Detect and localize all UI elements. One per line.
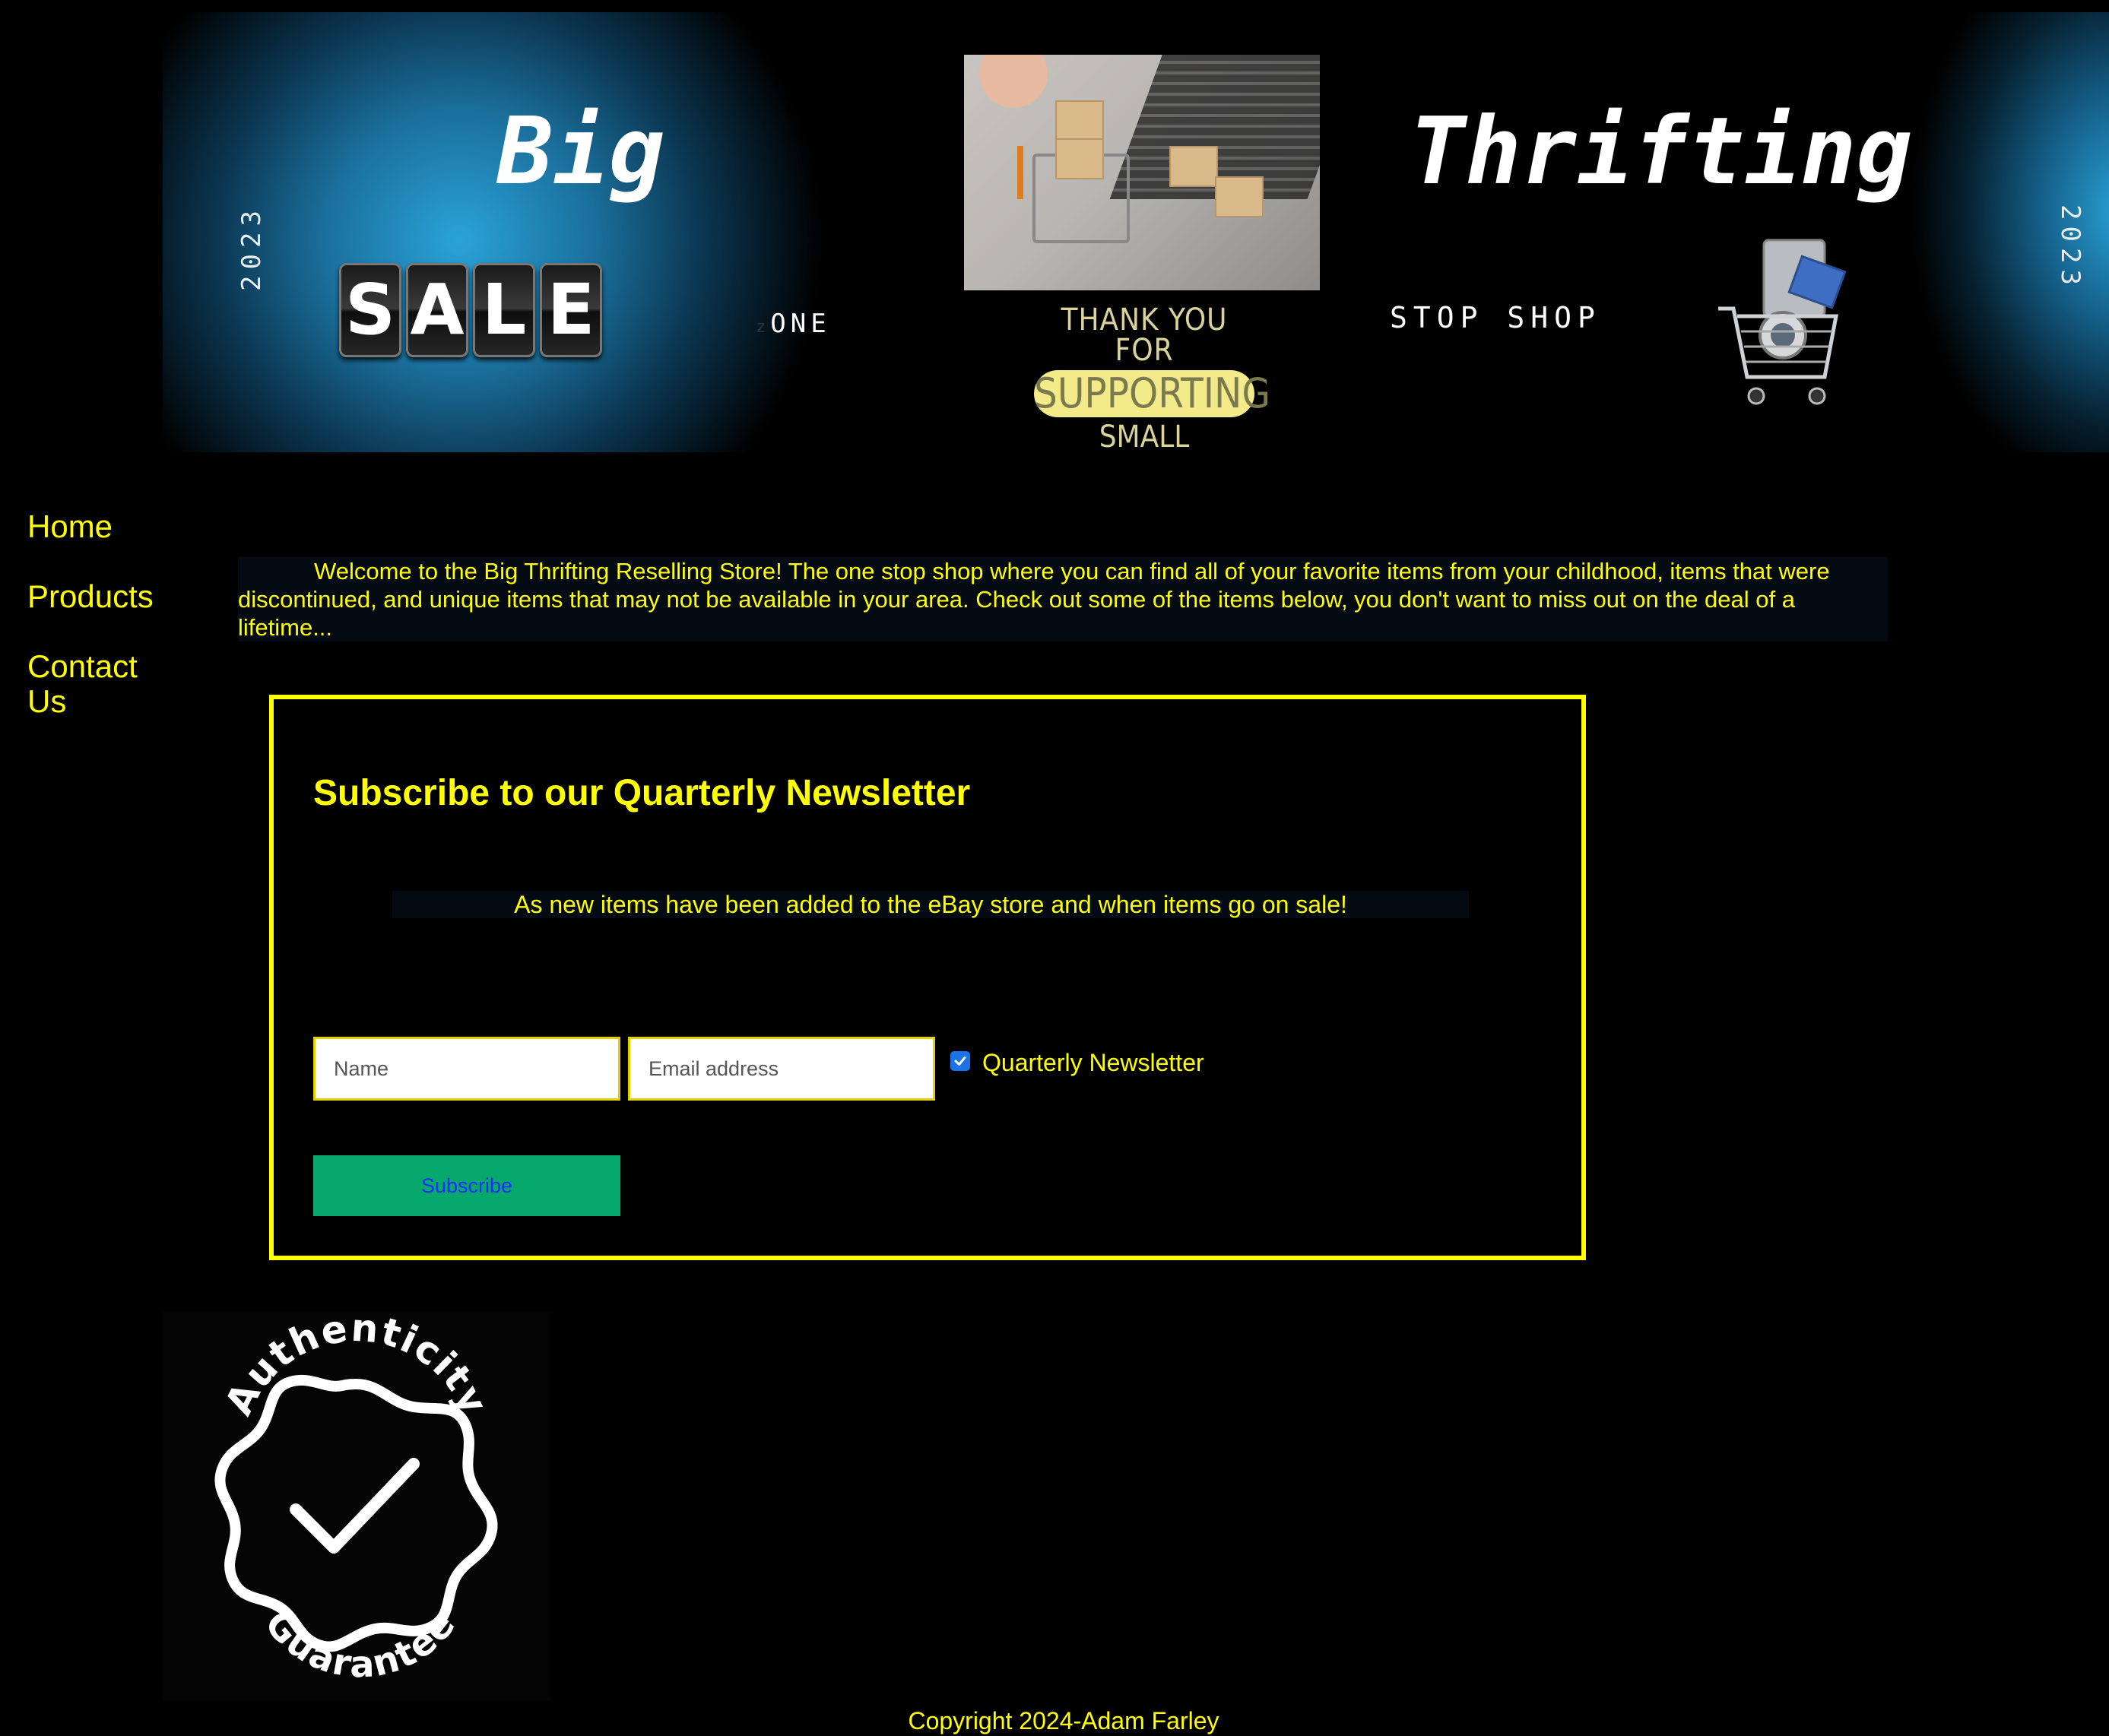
subscribe-button[interactable]: Subscribe: [313, 1155, 620, 1216]
banner-zone-label: ONE: [770, 309, 831, 339]
header-banner: 2023 2023 Big S A L E zONE THANK YOU FOR…: [163, 12, 2109, 452]
badge-bottom-text: Guarantee: [256, 1602, 463, 1686]
sale-tile: S: [339, 263, 401, 357]
banner-year-left: 2023: [236, 204, 267, 291]
footer-copyright: Copyright 2024-Adam Farley: [908, 1707, 1219, 1734]
authenticity-guarantee-badge: Authenticity Guarantee: [163, 1306, 550, 1701]
cart-handle-shape: [1017, 146, 1023, 199]
newsletter-subtitle: As new items have been added to the eBay…: [392, 891, 1469, 918]
nav-link-contact-us[interactable]: Contact Us: [27, 649, 164, 719]
thanks-line-1: THANK YOU FOR: [1061, 303, 1228, 368]
thanks-line-2: SUPPORTING: [1034, 369, 1271, 417]
banner-zone-text: zONE: [756, 309, 831, 339]
nav-link-home[interactable]: Home: [27, 509, 164, 544]
shopping-cart-photo: [964, 55, 1320, 290]
svg-text:Guarantee: Guarantee: [256, 1602, 465, 1686]
thanks-line-3: SMALL BUSINESS: [1099, 420, 1190, 452]
box-shape: [1055, 100, 1104, 141]
svg-text:Authenticity: Authenticity: [217, 1312, 497, 1422]
sale-tile: L: [473, 263, 535, 357]
banner-stop-shop-text: STOP SHOP: [1390, 301, 1601, 334]
email-input[interactable]: [628, 1037, 935, 1101]
hand-shape: [979, 55, 1048, 108]
badge-top-text: Authenticity: [217, 1306, 496, 1422]
banner-sale-tiles: S A L E: [339, 263, 602, 357]
newsletter-checkbox-group[interactable]: Quarterly Newsletter: [950, 1049, 1204, 1077]
sidebar-nav: Home Products Contact Us: [27, 509, 164, 754]
newsletter-checkbox[interactable]: [950, 1050, 970, 1071]
thank-you-graphic: THANK YOU FOR SUPPORTING SMALL BUSINESS: [1034, 303, 1271, 452]
banner-zone-prefix: z: [756, 318, 771, 337]
sale-tile: E: [540, 263, 602, 357]
newsletter-form: Subscribe to our Quarterly Newsletter As…: [269, 695, 1586, 1260]
name-input[interactable]: [313, 1037, 620, 1101]
authenticity-seal-icon: Authenticity Guarantee: [214, 1306, 498, 1686]
appliance-cart-icon: [1718, 239, 1847, 405]
page: 2023 2023 Big S A L E zONE THANK YOU FOR…: [0, 0, 2109, 1736]
nav-link-products[interactable]: Products: [27, 579, 164, 614]
box-shape: [1055, 138, 1104, 179]
checkmark-icon: [954, 1056, 966, 1066]
newsletter-checkbox-label: Quarterly Newsletter: [982, 1049, 1204, 1076]
banner-thrifting-text: Thrifting: [1410, 97, 1913, 205]
box-shape: [1169, 146, 1218, 187]
intro-paragraph: Welcome to the Big Thrifting Reselling S…: [238, 557, 1888, 641]
newsletter-title: Subscribe to our Quarterly Newsletter: [313, 773, 971, 813]
box-shape: [1215, 176, 1264, 217]
banner-year-right: 2023: [2055, 204, 2086, 291]
sale-tile: A: [406, 263, 468, 357]
banner-big-text: Big: [497, 97, 665, 205]
